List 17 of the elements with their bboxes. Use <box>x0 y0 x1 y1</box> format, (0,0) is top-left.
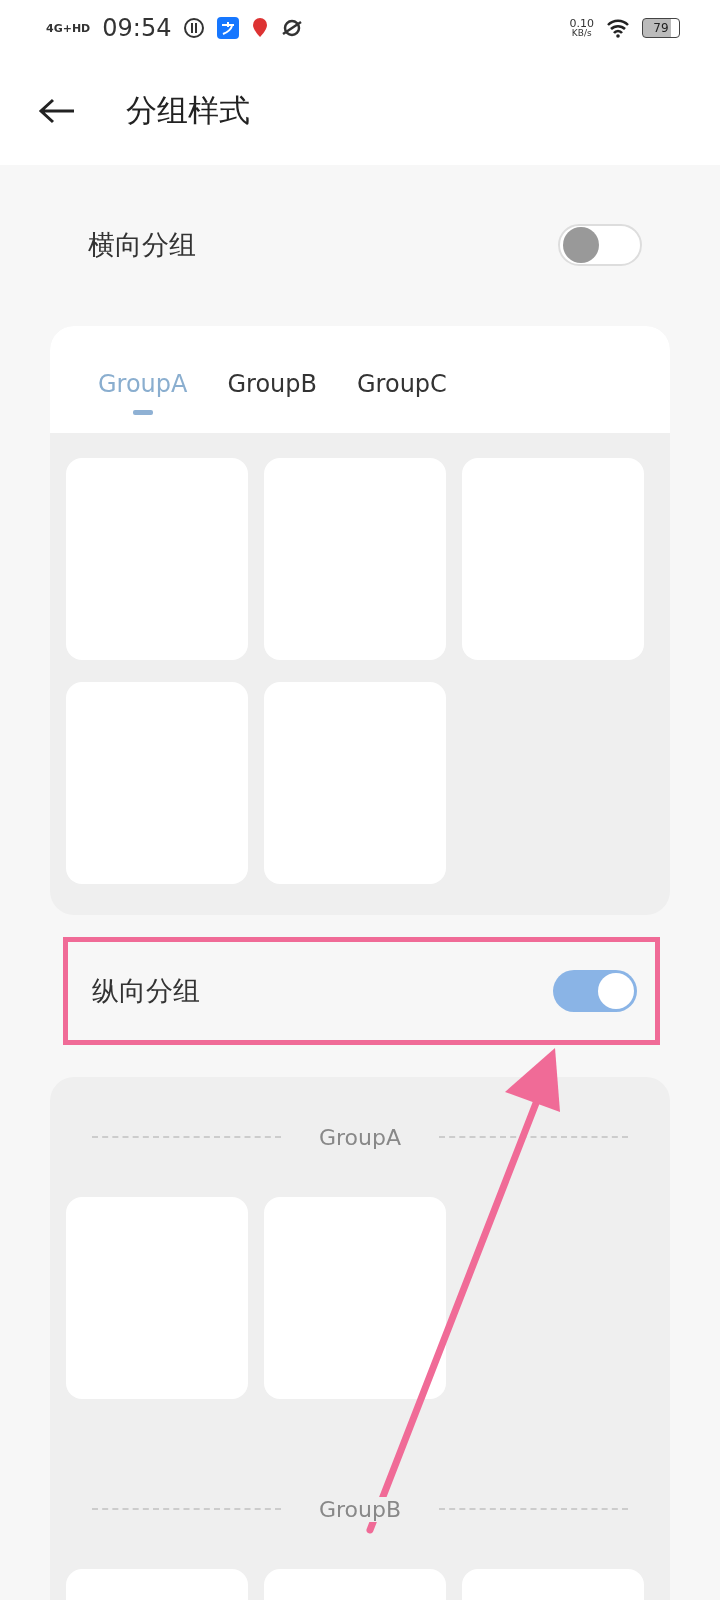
setting-label: 横向分组 <box>88 228 196 262</box>
app-icon <box>217 17 240 39</box>
setting-label: 纵向分组 <box>92 974 200 1008</box>
map-pin-icon <box>251 17 270 39</box>
app-icon <box>183 17 206 39</box>
back-icon[interactable] <box>38 96 76 125</box>
toggle-switch[interactable] <box>558 224 642 266</box>
toggle-switch[interactable] <box>553 970 637 1012</box>
network-indicator: 4G+HD <box>46 21 91 35</box>
group-tab[interactable]: GroupB <box>227 326 317 415</box>
speed-value: 0.10 <box>569 18 594 29</box>
wifi-icon <box>606 18 630 38</box>
speed-unit: KB/s <box>571 29 592 38</box>
battery-indicator: 79 <box>642 18 680 38</box>
clock: 09:54 <box>102 14 172 42</box>
group-tab[interactable]: GroupC <box>357 326 447 415</box>
page-title: 分组样式 <box>126 90 250 130</box>
